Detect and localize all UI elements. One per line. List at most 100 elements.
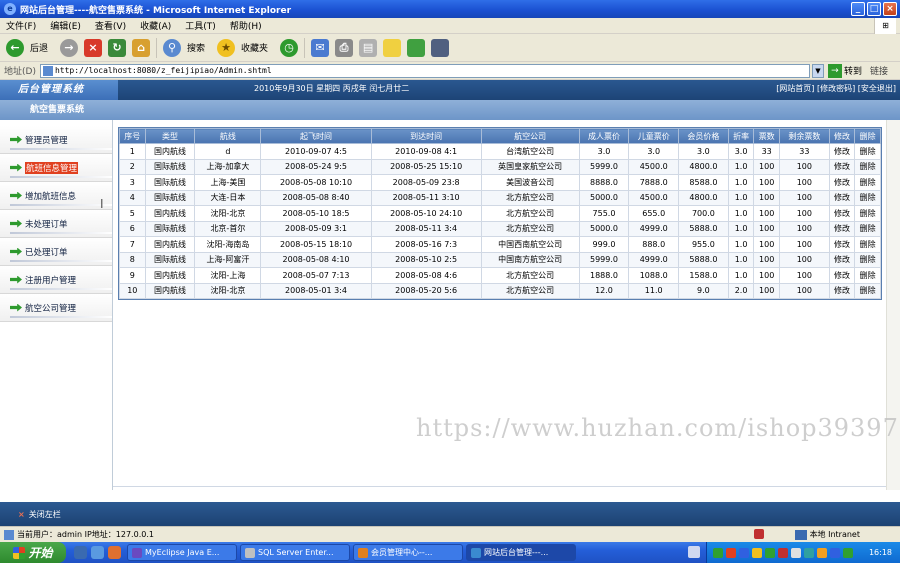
maximize-button[interactable]: □ (867, 2, 881, 16)
table-cell: 6 (119, 220, 146, 237)
task-myeclipse[interactable]: MyEclipse Java E... (127, 544, 237, 561)
delete-link[interactable]: 删除 (854, 282, 881, 299)
delete-link[interactable]: 删除 (854, 189, 881, 206)
sidebar-item-flights[interactable]: 航班信息管理 (0, 154, 112, 182)
close-button[interactable]: × (883, 2, 897, 16)
search-button-label[interactable]: 搜索 (187, 41, 205, 54)
tray-icon[interactable] (843, 547, 853, 558)
menu-file[interactable]: 文件(F) (6, 19, 36, 32)
tray-icon[interactable] (752, 547, 762, 558)
sidebar-item-processed-orders[interactable]: 已处理订单 (0, 238, 112, 266)
clock: 16:18 (868, 548, 892, 557)
task-member-center[interactable]: 会员管理中心--... (353, 544, 463, 561)
tray-icon[interactable] (804, 547, 814, 558)
sidebar-item-add-flight[interactable]: 增加航班信息 (0, 182, 112, 210)
edit-link[interactable]: 修改 (828, 267, 856, 284)
favorites-button-label[interactable]: 收藏夹 (241, 41, 268, 54)
tray-icon[interactable] (791, 547, 801, 558)
menu-favorites[interactable]: 收藏(A) (140, 19, 171, 32)
edit-link[interactable]: 修改 (828, 251, 856, 268)
table-cell: 100 (753, 251, 780, 268)
address-dropdown-icon[interactable]: ▼ (811, 63, 824, 78)
back-icon[interactable]: ← (6, 38, 24, 57)
window-title: 网站后台管理----航空售票系统 - Microsoft Internet Ex… (20, 5, 292, 16)
edit-link[interactable]: 修改 (828, 220, 856, 237)
flights-table: 序号 类型 航线 起飞时间 到达时间 航空公司 成人票价 儿童票价 会员价格 折率 票数 剩余票数 修改… (118, 127, 882, 300)
edit-link[interactable]: 修改 (828, 236, 856, 253)
ie-icon (471, 547, 481, 558)
messenger-icon[interactable] (407, 38, 426, 57)
delete-link[interactable]: 删除 (854, 220, 881, 237)
tray-icon[interactable] (778, 547, 788, 558)
address-input[interactable]: http://localhost:8080/z_feijipiao/Admin.… (39, 63, 810, 78)
discuss-icon[interactable] (383, 38, 402, 57)
start-button[interactable]: 开始 (0, 542, 66, 563)
table-cell: 中国南方航空公司 (480, 251, 580, 268)
header-links[interactable]: [网站首页] [修改密码] [安全退出] (776, 80, 896, 98)
go-button[interactable]: → 转到 (827, 63, 862, 78)
tray-icon[interactable] (713, 547, 723, 558)
edit-link[interactable]: 修改 (828, 143, 856, 160)
forward-icon[interactable]: → (60, 38, 79, 57)
arrow-icon (10, 135, 22, 144)
history-icon[interactable]: ◷ (280, 38, 299, 57)
delete-link[interactable]: 删除 (854, 267, 881, 284)
favorites-icon[interactable]: ★ (217, 38, 236, 57)
back-button-label[interactable]: 后退 (30, 41, 48, 54)
keyboard-icon[interactable] (688, 546, 700, 558)
table-cell: 1.0 (727, 158, 755, 175)
delete-link[interactable]: 删除 (854, 143, 881, 160)
tray-icon[interactable] (726, 547, 736, 558)
address-bar: 地址(D) http://localhost:8080/z_feijipiao/… (0, 62, 900, 80)
edit-link[interactable]: 修改 (828, 189, 856, 206)
sidebar-item-airlines[interactable]: 航空公司管理 (0, 294, 112, 322)
refresh-icon[interactable]: ↻ (108, 38, 127, 57)
close-left-panel-button[interactable]: 关闭左栏 (29, 509, 61, 520)
links-button[interactable]: 链接 (870, 64, 888, 77)
menu-view[interactable]: 查看(V) (95, 19, 126, 32)
edit-link[interactable]: 修改 (828, 158, 856, 175)
task-label: MyEclipse Java E... (145, 548, 220, 557)
table-cell: 2.0 (727, 282, 755, 299)
delete-link[interactable]: 删除 (854, 174, 881, 191)
firefox-icon[interactable] (108, 546, 121, 559)
delete-link[interactable]: 删除 (854, 251, 881, 268)
table-cell: 北方航空公司 (480, 220, 580, 237)
menu-edit[interactable]: 编辑(E) (50, 19, 81, 32)
table-cell: 4500.0 (628, 158, 680, 175)
print-icon[interactable]: ⎙ (335, 38, 354, 57)
close-left-icon[interactable]: × (18, 510, 25, 519)
edit-icon[interactable]: ▤ (359, 38, 378, 57)
menu-help[interactable]: 帮助(H) (230, 19, 262, 32)
delete-link[interactable]: 删除 (854, 236, 881, 253)
task-sqlserver[interactable]: SQL Server Enter... (240, 544, 350, 561)
sidebar-item-pending-orders[interactable]: 未处理订单 (0, 210, 112, 238)
table-cell: 100 (753, 158, 780, 175)
tray-icon[interactable] (765, 547, 775, 558)
column-header: 票数 (753, 128, 780, 144)
search-icon[interactable]: ⚲ (163, 38, 182, 57)
column-header: 会员价格 (678, 128, 729, 144)
minimize-button[interactable]: _ (851, 2, 865, 16)
ie-quicklaunch-icon[interactable] (91, 546, 104, 559)
desktop-icon[interactable] (74, 546, 87, 559)
research-icon[interactable] (431, 38, 450, 57)
menu-tools[interactable]: 工具(T) (185, 19, 216, 32)
stop-icon[interactable]: × (84, 38, 103, 57)
home-icon[interactable]: ⌂ (132, 38, 151, 57)
delete-link[interactable]: 删除 (854, 158, 881, 175)
tray-icon[interactable] (739, 547, 749, 558)
tray-icon[interactable] (817, 547, 827, 558)
task-admin-site[interactable]: 网站后台管理---... (466, 544, 576, 561)
edit-link[interactable]: 修改 (828, 282, 856, 299)
address-url[interactable]: http://localhost:8080/z_feijipiao/Admin.… (55, 66, 272, 75)
delete-link[interactable]: 删除 (854, 205, 881, 222)
tray-icon[interactable] (830, 547, 840, 558)
sidebar-item-users[interactable]: 注册用户管理 (0, 266, 112, 294)
intranet-icon (794, 529, 807, 540)
edit-link[interactable]: 修改 (828, 205, 856, 222)
edit-link[interactable]: 修改 (828, 174, 856, 191)
sidebar-item-admin[interactable]: 管理员管理 (0, 126, 112, 154)
mail-icon[interactable]: ✉ (311, 38, 330, 57)
table-cell: 8 (119, 251, 146, 268)
